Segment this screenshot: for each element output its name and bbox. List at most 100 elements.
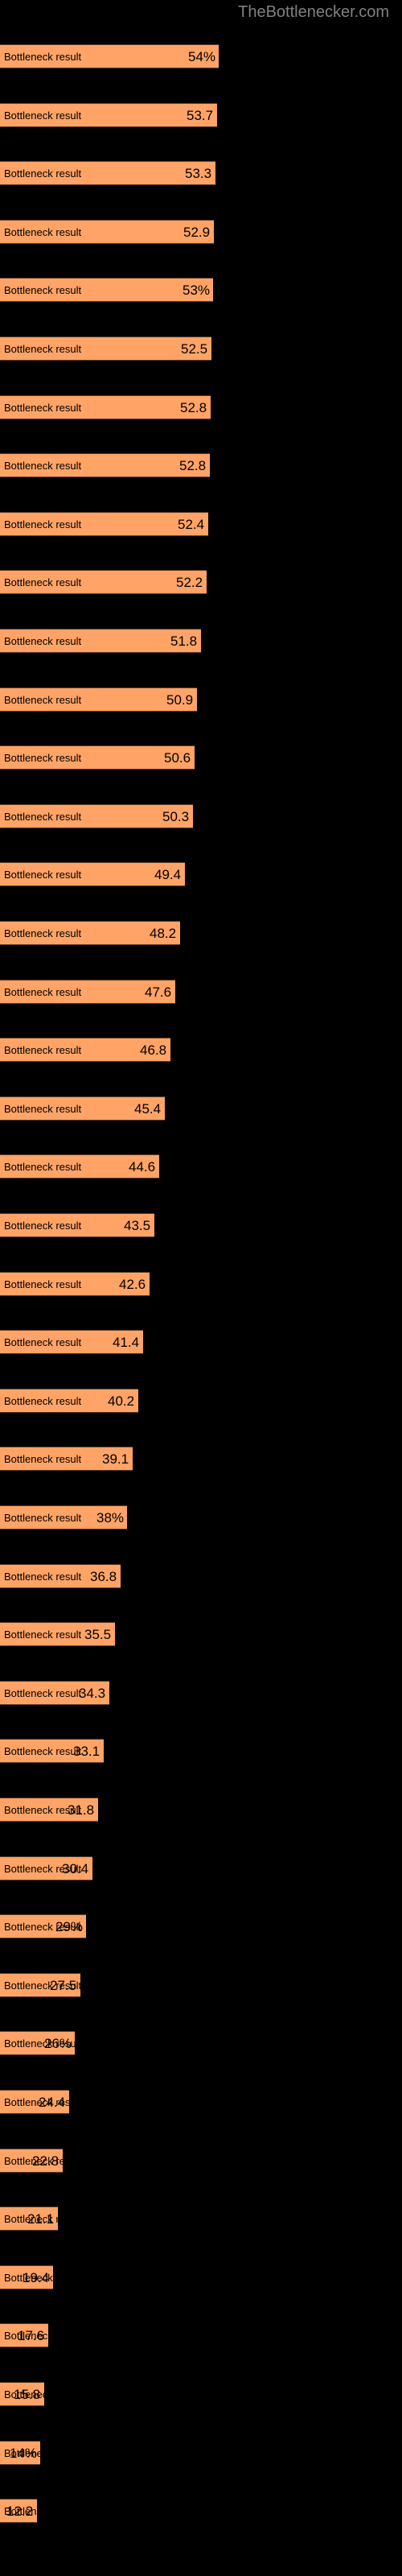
bar[interactable]: Bottleneck result 53.7: [0, 102, 217, 127]
bar-row[interactable]: Bottleneck result 38%: [0, 1505, 127, 1530]
bar[interactable]: Bottleneck result 38%: [0, 1505, 127, 1530]
bar[interactable]: Bottleneck result15.8: [0, 2382, 44, 2406]
bar-row[interactable]: Bottleneck result 53.3: [0, 161, 215, 186]
bar-row[interactable]: Bottleneck result 52.4: [0, 511, 208, 536]
bar-row[interactable]: Bottleneck result15.8: [0, 2382, 44, 2406]
bar-row[interactable]: Bottleneck result 31.8: [0, 1798, 98, 1822]
bar-row[interactable]: Bottleneck result17.6: [0, 2323, 48, 2348]
bar-row[interactable]: Bottleneck result12.2: [0, 2499, 37, 2524]
bar[interactable]: Bottleneck result22.8: [0, 2148, 63, 2173]
bar-row[interactable]: Bottleneck result 51.8: [0, 629, 201, 653]
bar-row[interactable]: Bottleneck result 48.2: [0, 921, 180, 945]
bar-row[interactable]: Bottleneck result 41.4: [0, 1330, 143, 1355]
bar[interactable]: Bottleneck result 48.2: [0, 921, 180, 945]
bar-row[interactable]: Bottleneck result 34.3: [0, 1680, 109, 1705]
bar-row[interactable]: Bottleneck result 54%: [0, 44, 219, 68]
bar-row[interactable]: Bottleneck result 46.8: [0, 1038, 170, 1063]
bar[interactable]: Bottleneck result 52.5: [0, 336, 211, 361]
bar-row[interactable]: Bottleneck result22.8: [0, 2148, 63, 2173]
bar-row[interactable]: Bottleneck result 40.2: [0, 1388, 138, 1413]
bar[interactable]: Bottleneck result24.4: [0, 2090, 69, 2114]
bar-value: 54%: [188, 49, 216, 64]
bar[interactable]: Bottleneck result 52.8: [0, 453, 210, 478]
bar-label: Bottleneck result: [4, 1278, 82, 1290]
bar[interactable]: Bottleneck result 27.5: [0, 1972, 80, 1997]
bar-row[interactable]: Bottleneck result 52.5: [0, 336, 211, 361]
bar[interactable]: Bottleneck result 54%: [0, 44, 219, 68]
bar-value: 50.9: [166, 691, 194, 708]
bar-row[interactable]: Bottleneck result 50.3: [0, 803, 193, 828]
bar[interactable]: Bottleneck result 46.8: [0, 1038, 170, 1063]
bar[interactable]: Bottleneck result 35.5: [0, 1622, 115, 1647]
bar[interactable]: Bottleneck result 53.3: [0, 161, 215, 186]
bar-label: Bottleneck result: [4, 343, 82, 355]
bar-value: 52.8: [180, 399, 207, 415]
bar-row[interactable]: Bottleneck result 52.8: [0, 453, 210, 478]
bar[interactable]: Bottleneck result 47.6: [0, 979, 175, 1004]
bar-row[interactable]: Bottleneck result 43.5: [0, 1213, 154, 1237]
bar-row[interactable]: Bottleneck result24.4: [0, 2090, 69, 2114]
bar[interactable]: Bottleneck result 52.8: [0, 394, 211, 419]
bar[interactable]: Bottleneck result 51.8: [0, 629, 201, 653]
bar-row[interactable]: Bottleneck result 42.6: [0, 1271, 150, 1296]
bar-value: 34.3: [79, 1685, 106, 1701]
bar-value: 43.5: [124, 1218, 151, 1233]
bar-row[interactable]: Bottleneck result 53%: [0, 278, 213, 303]
bar-row[interactable]: Bottleneck result19.4: [0, 2264, 53, 2289]
bar[interactable]: Bottleneck result 36.8: [0, 1563, 121, 1588]
bar-row[interactable]: Bottleneck result 33.1: [0, 1739, 104, 1764]
bar-row[interactable]: Bottleneck result 29%: [0, 1914, 86, 1939]
bar[interactable]: Bottleneck result17.6: [0, 2323, 48, 2348]
bar[interactable]: Bottleneck result 42.6: [0, 1271, 150, 1296]
bar-row[interactable]: Bottleneck result 49.4: [0, 862, 185, 887]
bar[interactable]: Bottleneck result14%: [0, 2440, 40, 2465]
bar[interactable]: Bottleneck result 49.4: [0, 862, 185, 887]
bar[interactable]: Bottleneck result 44.6: [0, 1154, 159, 1179]
bar-label: Bottleneck result: [4, 1453, 82, 1466]
bar-row[interactable]: Bottleneck result 53.7: [0, 102, 217, 127]
bar[interactable]: Bottleneck result 52.9: [0, 219, 214, 244]
bar-value: 53%: [183, 283, 211, 299]
bar[interactable]: Bottleneck result 31.8: [0, 1798, 98, 1822]
bar-row[interactable]: Bottleneck result 47.6: [0, 979, 175, 1004]
bar[interactable]: Bottleneck result 50.9: [0, 687, 197, 712]
bar[interactable]: Bottleneck result 50.3: [0, 803, 193, 828]
bar[interactable]: Bottleneck result 43.5: [0, 1213, 154, 1237]
bar[interactable]: Bottleneck result 30.4: [0, 1856, 92, 1880]
bar-row[interactable]: Bottleneck result 27.5: [0, 1972, 80, 1997]
bar[interactable]: Bottleneck result 26%: [0, 2031, 75, 2056]
bar-value: 45.4: [134, 1100, 162, 1117]
bar[interactable]: Bottleneck result 40.2: [0, 1388, 138, 1413]
bar[interactable]: Bottleneck result 52.2: [0, 570, 207, 595]
bar-row[interactable]: Bottleneck result 35.5: [0, 1622, 115, 1647]
bar-row[interactable]: Bottleneck result 36.8: [0, 1563, 121, 1588]
bar[interactable]: Bottleneck result 53%: [0, 278, 213, 303]
bar[interactable]: Bottleneck result 34.3: [0, 1680, 109, 1705]
bar-row[interactable]: Bottleneck result 52.9: [0, 219, 214, 244]
bar-row[interactable]: Bottleneck result 39.1: [0, 1447, 133, 1472]
bar[interactable]: Bottleneck result19.4: [0, 2264, 53, 2289]
bar-value: 22.8: [32, 2153, 59, 2169]
bar-row[interactable]: Bottleneck result14%: [0, 2440, 40, 2465]
bar-row[interactable]: Bottleneck result 52.2: [0, 570, 207, 595]
bar[interactable]: Bottleneck result 41.4: [0, 1330, 143, 1355]
bar-row[interactable]: Bottleneck result 45.4: [0, 1096, 165, 1121]
bar-row[interactable]: Bottleneck result 50.9: [0, 687, 197, 712]
bar-row[interactable]: Bottleneck result 26%: [0, 2031, 75, 2056]
bar-row[interactable]: Bottleneck result21.1: [0, 2207, 58, 2231]
bar-label: Bottleneck result: [4, 518, 82, 530]
bar[interactable]: Bottleneck result 52.4: [0, 511, 208, 536]
bar[interactable]: Bottleneck result 29%: [0, 1914, 86, 1939]
bar[interactable]: Bottleneck result 33.1: [0, 1739, 104, 1764]
bar[interactable]: Bottleneck result 50.6: [0, 745, 195, 770]
bar-row[interactable]: Bottleneck result 30.4: [0, 1856, 92, 1880]
bar-row[interactable]: Bottleneck result 52.8: [0, 394, 211, 419]
bar[interactable]: Bottleneck result21.1: [0, 2207, 58, 2231]
bar-value: 53.3: [185, 166, 212, 182]
bar[interactable]: Bottleneck result 45.4: [0, 1096, 165, 1121]
bar-row[interactable]: Bottleneck result 44.6: [0, 1154, 159, 1179]
bar-label: Bottleneck result: [4, 927, 82, 939]
bar-row[interactable]: Bottleneck result 50.6: [0, 745, 195, 770]
bar[interactable]: Bottleneck result12.2: [0, 2499, 37, 2524]
bar[interactable]: Bottleneck result 39.1: [0, 1447, 133, 1472]
